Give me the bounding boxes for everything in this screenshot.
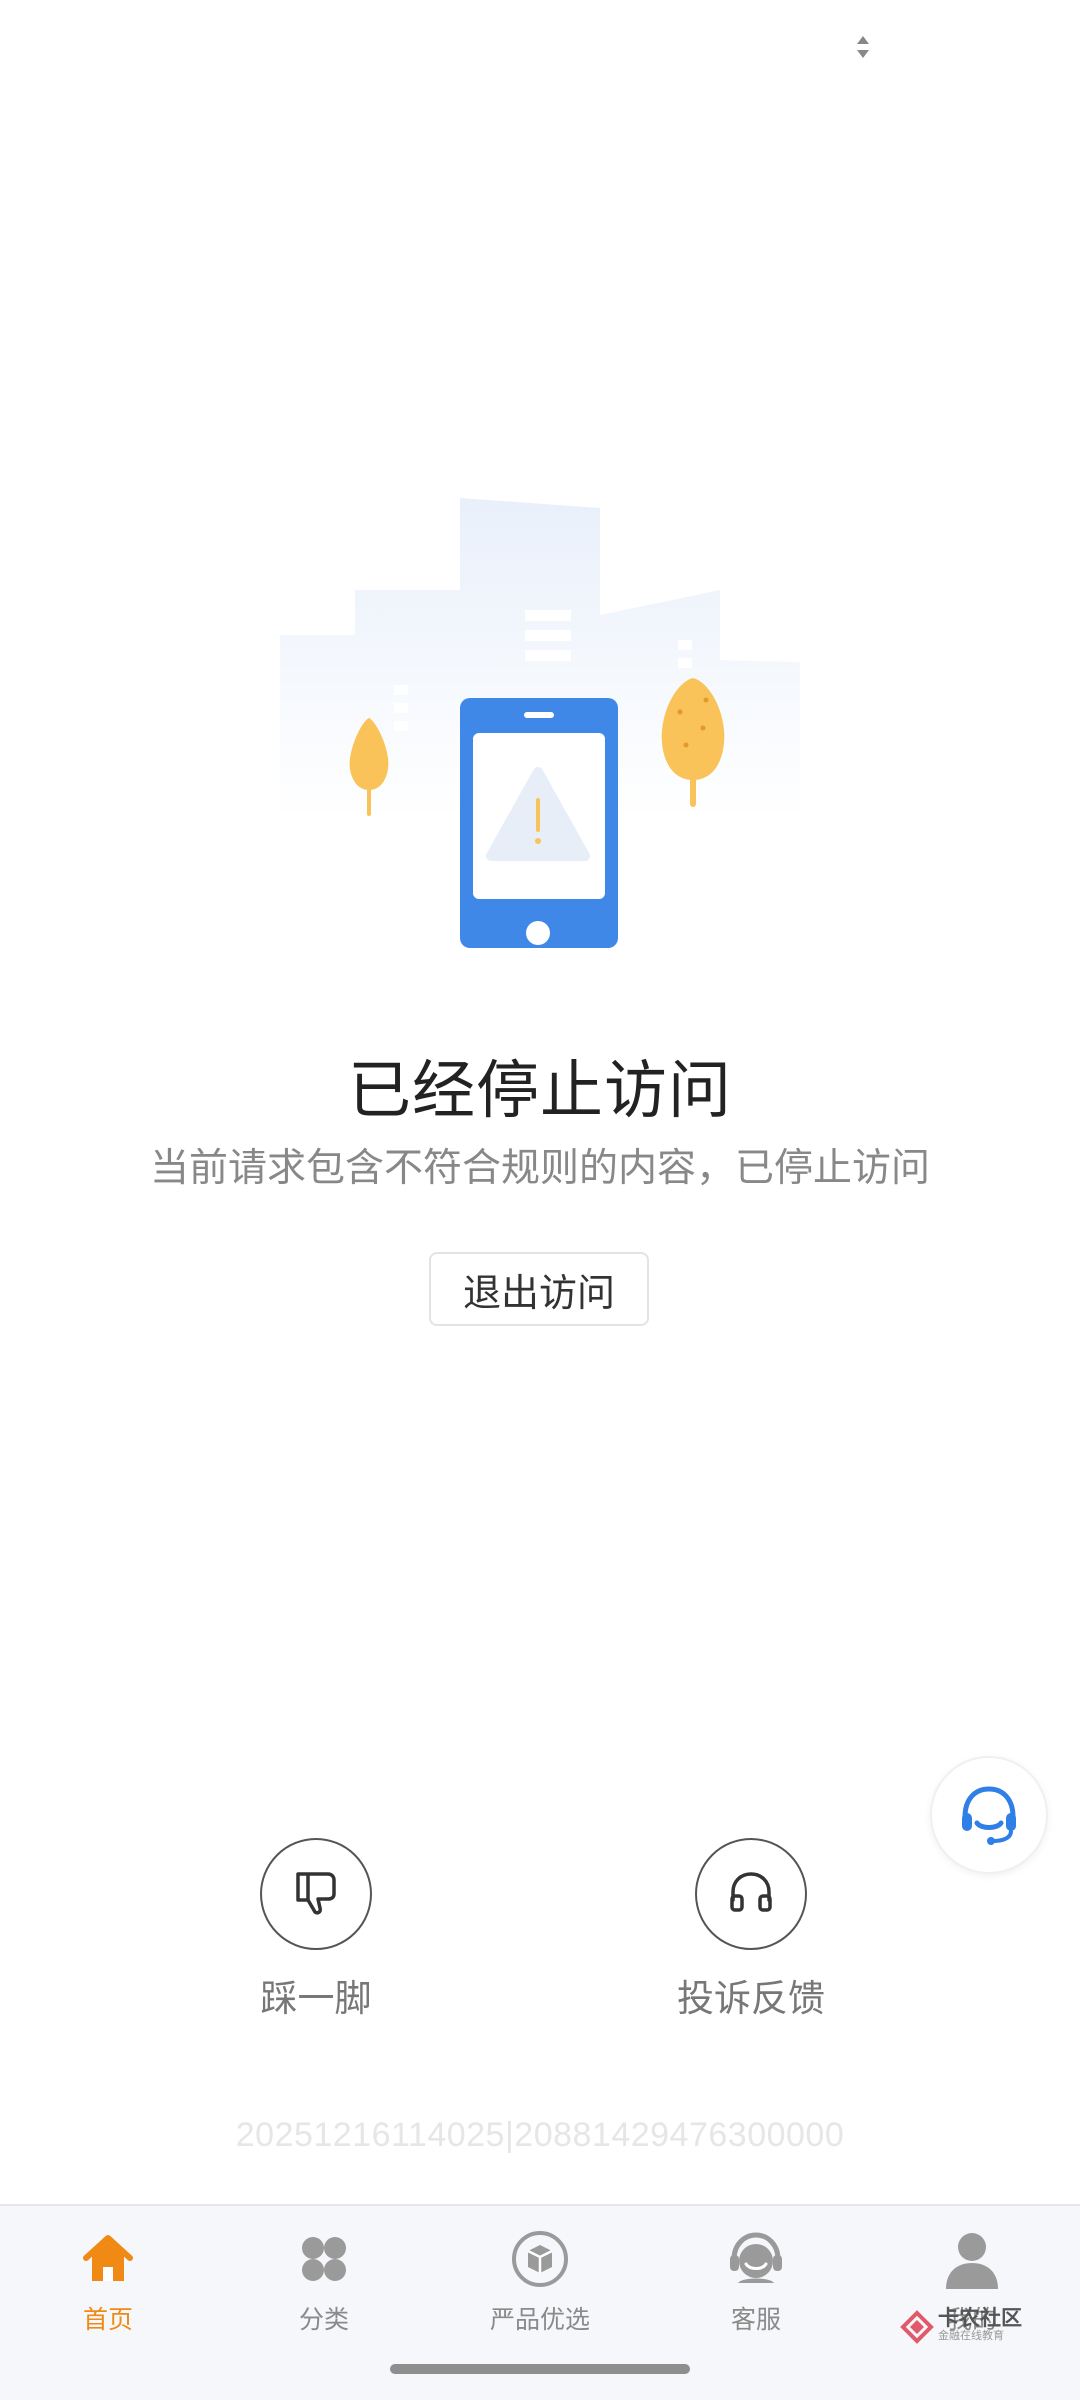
feedback-action[interactable]: 投诉反馈 [631,1838,871,2022]
watermark-title: 卡农社区 [938,2307,1022,2330]
headset-icon [953,1777,1025,1854]
tab-category[interactable]: 分类 [216,2226,432,2346]
tab-customer-service-label: 客服 [730,2306,781,2334]
dislike-button[interactable] [260,1838,372,1950]
headphones-icon [723,1864,779,1925]
feedback-button[interactable] [695,1838,807,1950]
error-illustration [270,490,810,960]
tab-category-label: 分类 [298,2306,349,2334]
home-icon [0,2226,216,2292]
tab-home[interactable]: 首页 [0,2226,216,2346]
tab-customer-service[interactable]: 客服 [648,2226,864,2346]
floating-customer-service-button[interactable] [930,1756,1048,1874]
error-title: 已经停止访问 [348,1056,732,1126]
box-icon [432,2226,648,2292]
home-indicator-bar[interactable] [390,2364,690,2374]
category-icon [216,2226,432,2292]
user-icon [864,2226,1080,2292]
customer-service-icon [648,2226,864,2292]
tab-home-label: 首页 [82,2306,133,2334]
exit-button[interactable]: 退出访问 [429,1252,649,1326]
tab-selected-products-label: 严品优选 [489,2306,590,2334]
feedback-label: 投诉反馈 [677,1978,825,2019]
error-message: 当前请求包含不符合规则的内容，已停止访问 [149,1147,930,1190]
watermark-logo: 卡农社区 金融在线教育 [900,2308,1050,2348]
watermark-subtitle: 金融在线教育 [938,2330,1004,2342]
dislike-action[interactable]: 踩一脚 [196,1838,436,2022]
trace-id: 20251216114025|20881429476300000 [235,2116,845,2154]
sort-arrows-icon [852,30,874,66]
dislike-label: 踩一脚 [260,1978,372,2019]
thumbs-down-icon [288,1864,344,1925]
tab-selected-products[interactable]: 严品优选 [432,2226,648,2346]
